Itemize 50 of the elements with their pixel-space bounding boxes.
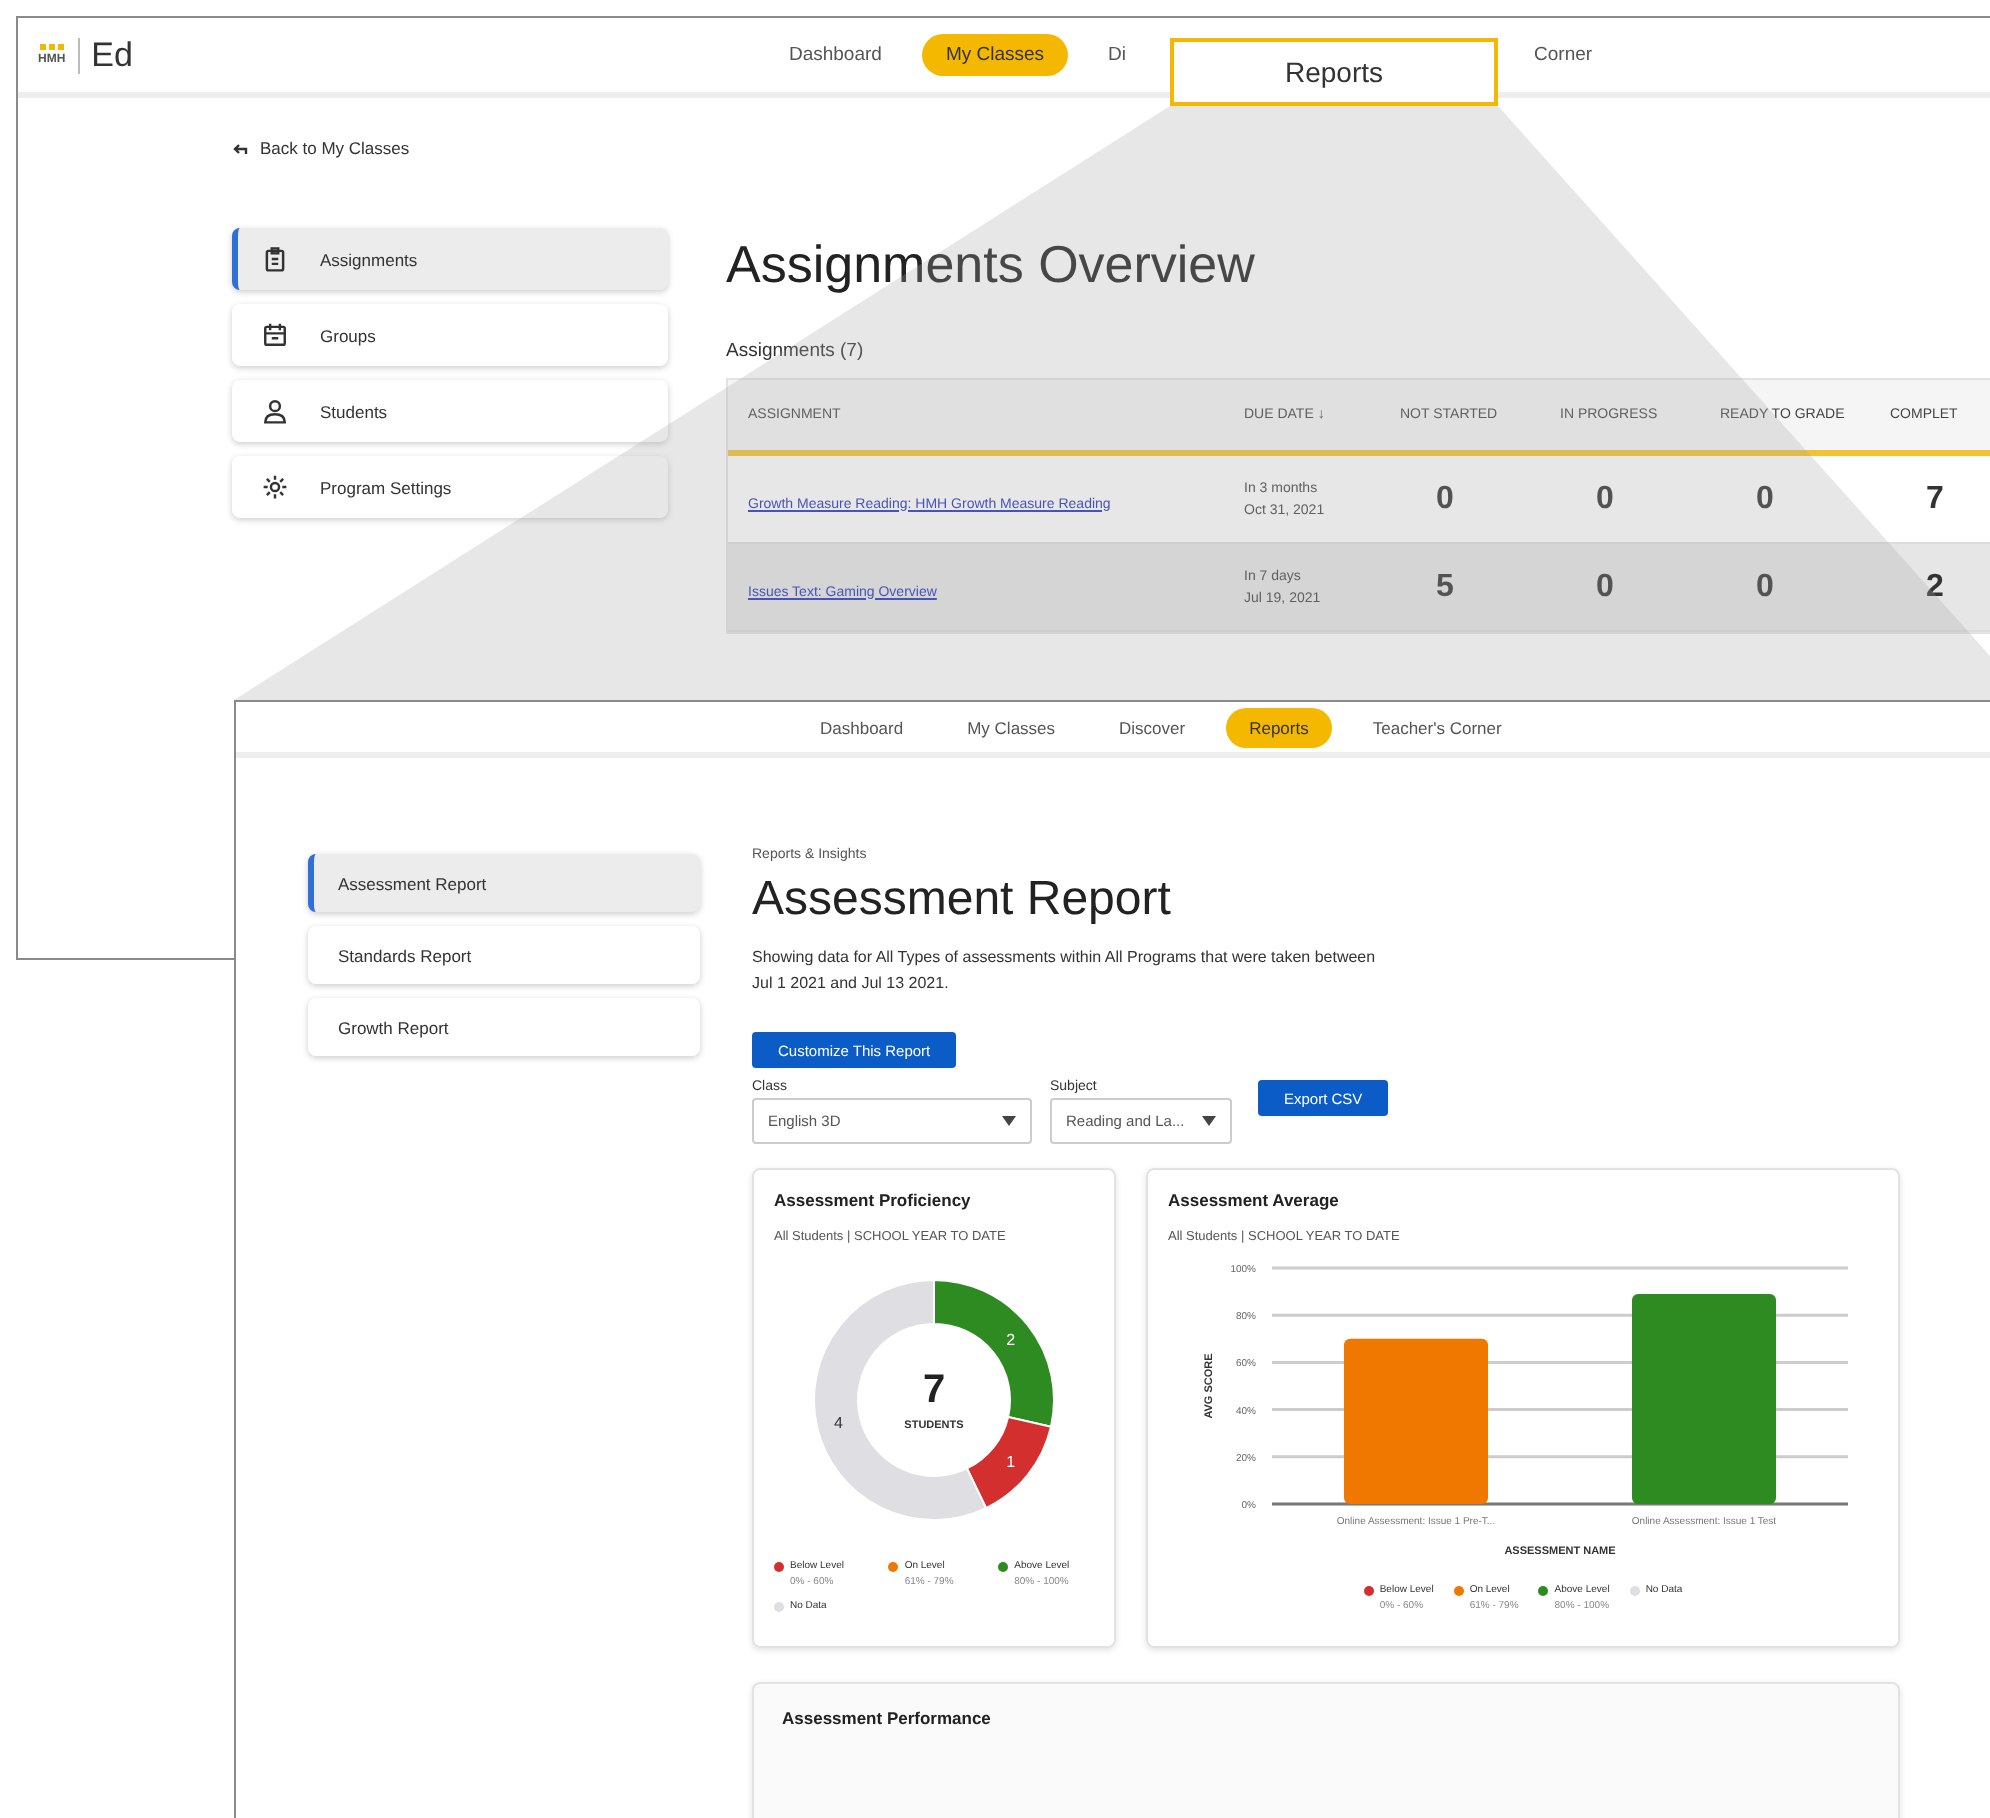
slice-label: 2 [1006,1330,1016,1349]
settings-icon [262,474,288,500]
count-cell-text: 2 [1924,569,1946,605]
nav-tab[interactable]: Discover [1095,707,1210,747]
nav-tab[interactable]: Corner [1510,34,1617,76]
nav-tab[interactable]: Teacher's Corner [1348,707,1526,747]
page-title: Assignments Overview [726,234,1257,296]
nav-tab[interactable]: Dashboard [764,34,906,76]
side-menu-item[interactable]: Assessment Report [308,854,700,912]
clipboard-icon [262,246,288,272]
card-title: Assessment Performance [782,1708,993,1728]
student-count: 7 [922,1368,946,1414]
nav-tab[interactable]: Reports [1225,707,1333,747]
slice-label: 1 [1006,1453,1016,1472]
caret-icon [1002,1116,1016,1126]
page-title: Assessment Report [752,872,1173,928]
app-logo: Ed [91,35,133,75]
count-cell-text: 7 [1924,481,1946,517]
count-cell-text: 0 [1594,569,1616,605]
count-cell-text: 0 [1754,569,1776,605]
person-icon [262,398,288,424]
menu-label: Groups [320,325,376,345]
menu-label: Program Settings [320,477,452,497]
side-menu-item[interactable]: Assignments [232,228,668,290]
section-title: Assignments (7) [726,340,866,362]
card-title: Assessment Average [1168,1190,1341,1210]
count-cell-text: 0 [1594,481,1616,517]
back-link-label: Back to My Classes [260,138,410,158]
nav-tab[interactable]: Dashboard [796,707,928,747]
nav-tab[interactable]: My Classes [943,707,1080,747]
side-menu-item[interactable]: Growth Report [308,998,700,1056]
count-cell-text: 0 [1754,481,1776,517]
side-menu-item[interactable]: Groups [232,304,668,366]
count-cell-text: 5 [1434,569,1456,605]
calendar-icon [262,322,288,348]
side-menu-item[interactable]: Students [232,380,668,442]
menu-label: Assignments [320,249,418,269]
report-description: Showing data for All Types of assessments within All Programs that were taken between Jul 1 2021 and Jul 13 2021. [752,946,1378,996]
back-link[interactable]: Back to My Classes [232,138,668,158]
count-cell-text: 0 [1434,481,1456,517]
callout-label: Reports [1170,38,1498,106]
side-menu-item[interactable]: Standards Report [308,926,700,984]
caret-icon [1202,1116,1216,1126]
side-menu-item[interactable]: Program Settings [232,456,668,518]
nav-tab[interactable]: My Classes [921,34,1069,76]
slice-label: 4 [834,1413,843,1432]
card-title: Assessment Proficiency [774,1190,973,1210]
back-arrow-icon [232,141,248,155]
nav-tab[interactable]: Di [1084,34,1151,76]
menu-label: Students [320,401,388,421]
